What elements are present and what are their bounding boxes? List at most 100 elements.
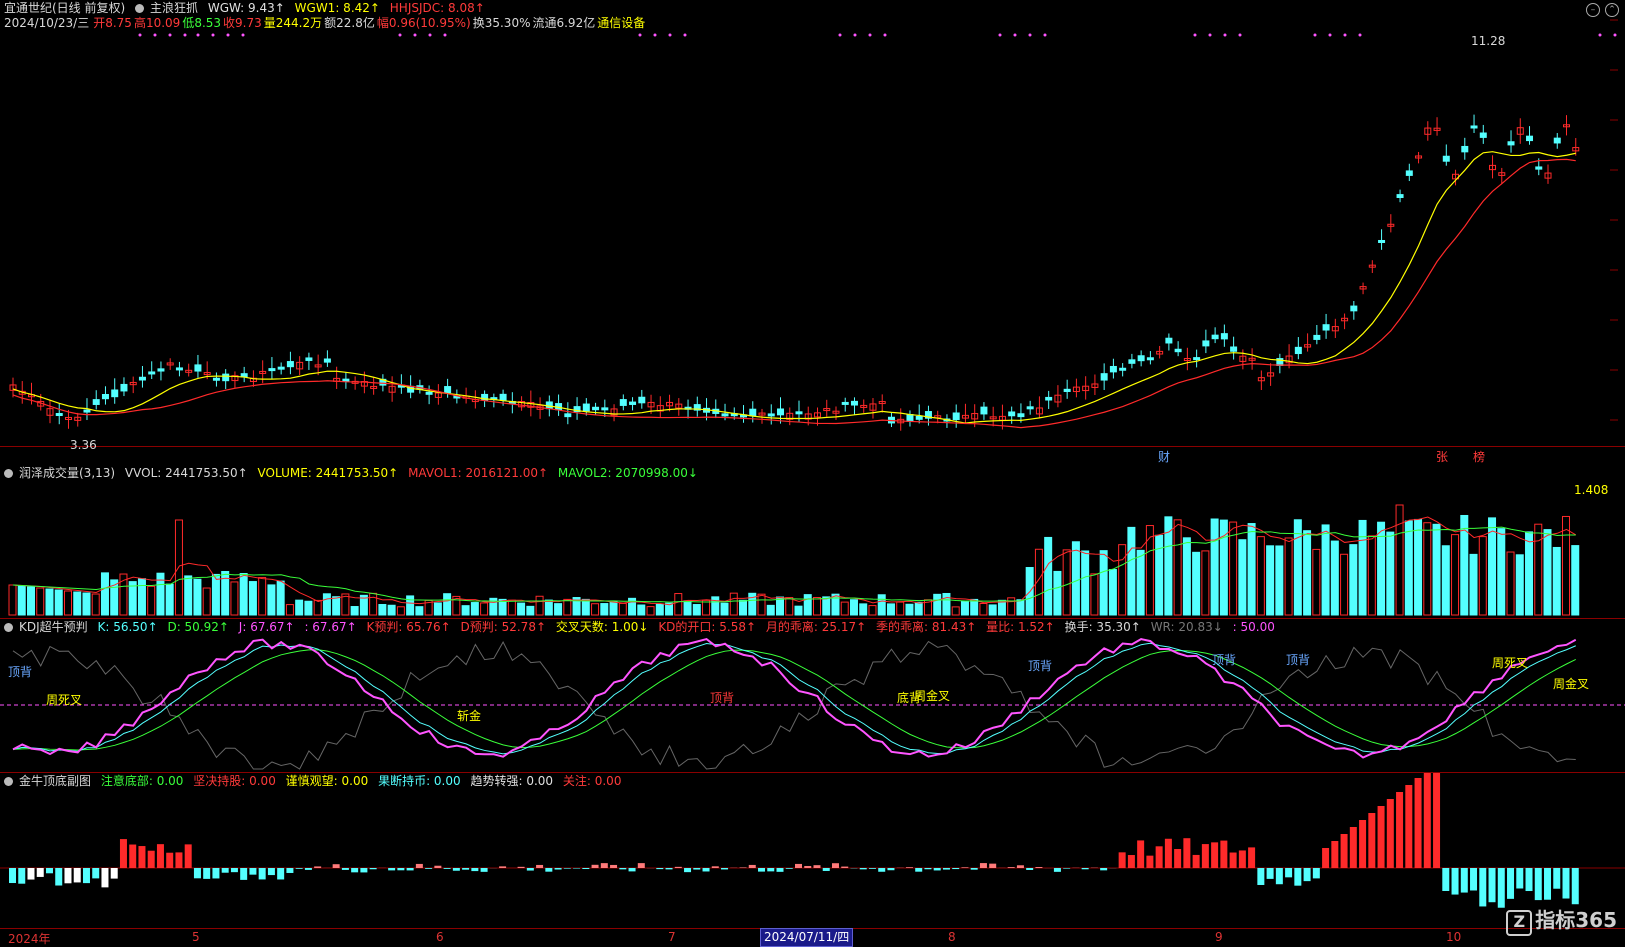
gold-bar: [175, 852, 182, 868]
quote-close: 收9.73: [223, 16, 262, 30]
signal-dot: [1614, 34, 1617, 37]
volume-bar: [18, 586, 25, 615]
kdj-pane[interactable]: KDJ超牛预判 K: 56.50↑ D: 50.92↑ J: 67.67↑ : …: [0, 619, 1625, 773]
volume-bar: [601, 604, 608, 615]
gold-bar: [157, 844, 164, 868]
gold-bar: [1248, 847, 1255, 868]
gold-bar: [777, 868, 784, 872]
gold-bar: [1516, 868, 1523, 888]
signal-dot: [999, 34, 1002, 37]
candle-body: [796, 412, 802, 414]
signal-dot: [1329, 34, 1332, 37]
candle-body: [306, 358, 312, 361]
kdj-chart[interactable]: [0, 619, 1625, 773]
gold-bar: [536, 865, 543, 868]
gold-bull-pane[interactable]: 金牛顶底副图 注意底部: 0.00 坚决持股: 0.00 谨慎观望: 0.00 …: [0, 773, 1625, 928]
candlestick-chart[interactable]: [0, 0, 1625, 447]
kdj-indicator-name[interactable]: KDJ超牛预判: [19, 620, 88, 634]
volume-bar: [980, 604, 987, 615]
gold-bar: [1507, 868, 1514, 899]
gold-bar: [601, 863, 608, 868]
quote-industry[interactable]: 通信设备: [597, 16, 645, 30]
gold-bar: [9, 868, 16, 883]
k-predict: K预判: 65.76↑: [367, 620, 451, 634]
volume-bar: [804, 595, 811, 615]
gold-bar: [924, 868, 931, 869]
d-line: [13, 650, 1576, 750]
axis-tick: 2024年: [8, 930, 51, 947]
gold-bar: [240, 868, 247, 880]
gold-bar: [1304, 868, 1311, 881]
ma-short-line: [13, 152, 1576, 423]
signal-dot: [1239, 34, 1242, 37]
gold-bar: [749, 865, 756, 868]
collapse-icon[interactable]: ⌃: [1605, 3, 1619, 17]
gold-indicator-name[interactable]: 金牛顶底副图: [19, 774, 91, 788]
gold-bar: [545, 868, 552, 872]
settings-dot-icon[interactable]: [4, 469, 13, 478]
gold-bar: [27, 868, 34, 880]
volume-bar: [989, 605, 996, 615]
volume-bar: [536, 596, 543, 615]
candle-body: [722, 414, 728, 416]
volume-value: VOLUME: 2441753.50↑: [258, 466, 399, 480]
signal-dot: [1209, 34, 1212, 37]
quote-high: 高10.09: [134, 16, 180, 30]
settings-dot-icon[interactable]: [4, 777, 13, 786]
indicator-name[interactable]: 主浪狂抓: [150, 1, 198, 15]
settings-dot-icon[interactable]: [4, 623, 13, 632]
gold-bar: [1193, 855, 1200, 868]
minimize-icon[interactable]: –: [1586, 3, 1600, 17]
finance-marker[interactable]: 财: [1158, 448, 1170, 465]
volume-bar: [1535, 524, 1542, 615]
kdj-header: KDJ超牛预判 K: 56.50↑ D: 50.92↑ J: 67.67↑ : …: [4, 619, 1281, 635]
signal-dot: [169, 34, 172, 37]
volume-bar: [786, 598, 793, 615]
gold-bar: [592, 865, 599, 868]
price-pane[interactable]: 宜通世纪(日线 前复权) 主浪狂抓 WGW: 9.43↑ WGW1: 8.42↑…: [0, 0, 1625, 447]
volume-bar: [129, 582, 136, 615]
gold-bar: [795, 864, 802, 868]
volume-bar: [323, 594, 330, 615]
gold-bar: [1331, 841, 1338, 868]
gold-bar: [1544, 868, 1551, 900]
volume-bar: [869, 606, 876, 615]
signal-dot: [227, 34, 230, 37]
volume-bar: [767, 605, 774, 615]
signal-dot: [1224, 34, 1227, 37]
volume-bar: [1470, 554, 1477, 615]
volume-bar: [1211, 519, 1218, 615]
volume-bar: [194, 579, 201, 615]
volume-indicator-name[interactable]: 润泽成交量(3,13): [19, 466, 115, 480]
gold-bar: [18, 868, 25, 884]
volume-bar: [1526, 532, 1533, 615]
signal-dot: [444, 34, 447, 37]
candle-body: [426, 392, 432, 394]
gold-bar: [37, 868, 44, 877]
gold-bar: [46, 868, 53, 873]
kdj-label-week-gold2: 周金叉: [1553, 675, 1589, 692]
volume-chart[interactable]: [0, 465, 1625, 619]
settings-dot-icon[interactable]: [135, 4, 144, 13]
vvol-value: VVOL: 2441753.50↑: [125, 466, 248, 480]
candle-body: [907, 415, 913, 422]
billboard-marker[interactable]: 榜: [1473, 448, 1485, 465]
wr-value: WR: 20.83↓: [1151, 620, 1223, 634]
volume-bar: [582, 599, 589, 615]
stock-title[interactable]: 宜通世纪(日线 前复权): [4, 1, 125, 15]
signal-dot: [399, 34, 402, 37]
volume-pane[interactable]: 润泽成交量(3,13) VVOL: 2441753.50↑ VOLUME: 24…: [0, 465, 1625, 619]
gold-bull-chart[interactable]: [0, 773, 1625, 928]
gold-bar: [444, 868, 451, 869]
j-value: J: 67.67↑: [239, 620, 295, 634]
signal-dot: [684, 34, 687, 37]
volume-bar: [1165, 517, 1172, 615]
candle-body: [620, 400, 626, 406]
limit-up-marker[interactable]: 张: [1436, 448, 1448, 465]
signal-dot: [1314, 34, 1317, 37]
gold-bar: [758, 868, 765, 872]
gold-bar: [434, 866, 441, 868]
cross-days: 交叉天数: 1.00↓: [556, 620, 649, 634]
volume-bar: [46, 589, 53, 615]
gold-bar: [582, 868, 589, 869]
